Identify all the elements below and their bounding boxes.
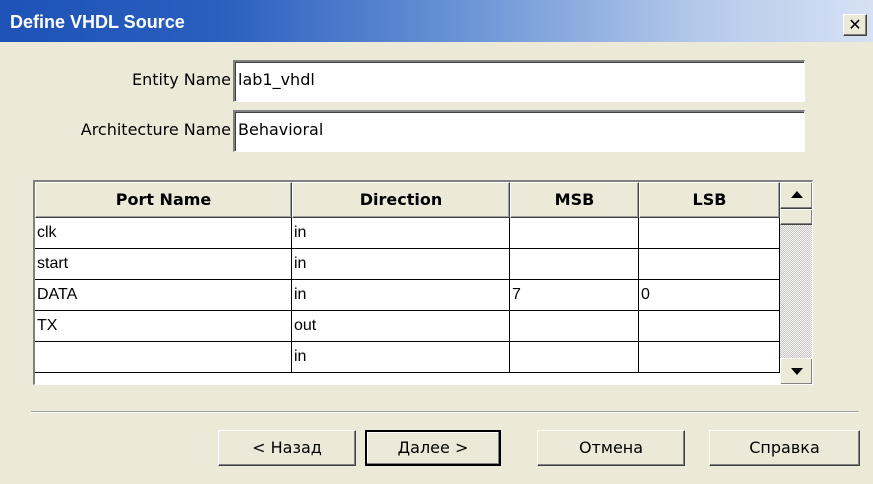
port-table-body: Port Name Direction MSB LSB clk in start in DATA… — [35, 182, 780, 384]
vertical-scrollbar[interactable] — [780, 182, 812, 384]
table-cell-direction[interactable]: in — [292, 249, 510, 280]
table-cell-lsb[interactable] — [639, 218, 780, 249]
close-button[interactable]: ✕ — [843, 14, 867, 36]
table-cell-port-name[interactable]: clk — [35, 218, 292, 249]
scroll-down-icon — [791, 368, 803, 375]
title-bar: Define VHDL Source — [0, 0, 873, 42]
next-button[interactable]: Далее > — [365, 430, 501, 466]
column-header-direction[interactable]: Direction — [292, 182, 510, 218]
table-cell-lsb[interactable] — [639, 311, 780, 342]
back-button[interactable]: < Назад — [218, 430, 356, 466]
port-table[interactable]: Port Name Direction MSB LSB clk in start in DATA… — [33, 180, 813, 385]
table-cell-lsb[interactable] — [639, 342, 780, 373]
column-header-port-name[interactable]: Port Name — [35, 182, 292, 218]
close-icon: ✕ — [848, 15, 862, 34]
architecture-name-label: Architecture Name — [80, 120, 231, 139]
table-cell-lsb[interactable] — [639, 249, 780, 280]
window-title: Define VHDL Source — [10, 12, 185, 32]
table-cell-port-name[interactable]: start — [35, 249, 292, 280]
architecture-name-input[interactable]: Behavioral — [233, 110, 805, 152]
table-cell-msb[interactable] — [510, 311, 639, 342]
entity-name-label: Entity Name — [132, 70, 231, 89]
separator-line — [31, 411, 859, 413]
scroll-up-icon — [791, 191, 803, 198]
scroll-down-button[interactable] — [780, 358, 812, 384]
table-cell-direction[interactable]: out — [292, 311, 510, 342]
table-cell-port-name[interactable]: DATA — [35, 280, 292, 311]
table-cell-direction[interactable]: in — [292, 342, 510, 373]
help-button[interactable]: Справка — [709, 430, 860, 466]
table-cell-port-name[interactable] — [35, 342, 292, 373]
table-cell-port-name[interactable]: TX — [35, 311, 292, 342]
table-cell-lsb[interactable]: 0 — [639, 280, 780, 311]
scroll-up-button[interactable] — [780, 182, 812, 209]
column-header-lsb[interactable]: LSB — [639, 182, 780, 218]
table-cell-msb[interactable] — [510, 342, 639, 373]
table-cell-msb[interactable] — [510, 249, 639, 280]
table-cell-direction[interactable]: in — [292, 280, 510, 311]
table-cell-msb[interactable]: 7 — [510, 280, 639, 311]
table-cell-msb[interactable] — [510, 218, 639, 249]
entity-name-input[interactable]: lab1_vhdl — [233, 60, 805, 102]
scrollbar-thumb[interactable] — [780, 209, 812, 225]
column-header-msb[interactable]: MSB — [510, 182, 639, 218]
cancel-button[interactable]: Отмена — [537, 430, 685, 466]
table-cell-direction[interactable]: in — [292, 218, 510, 249]
